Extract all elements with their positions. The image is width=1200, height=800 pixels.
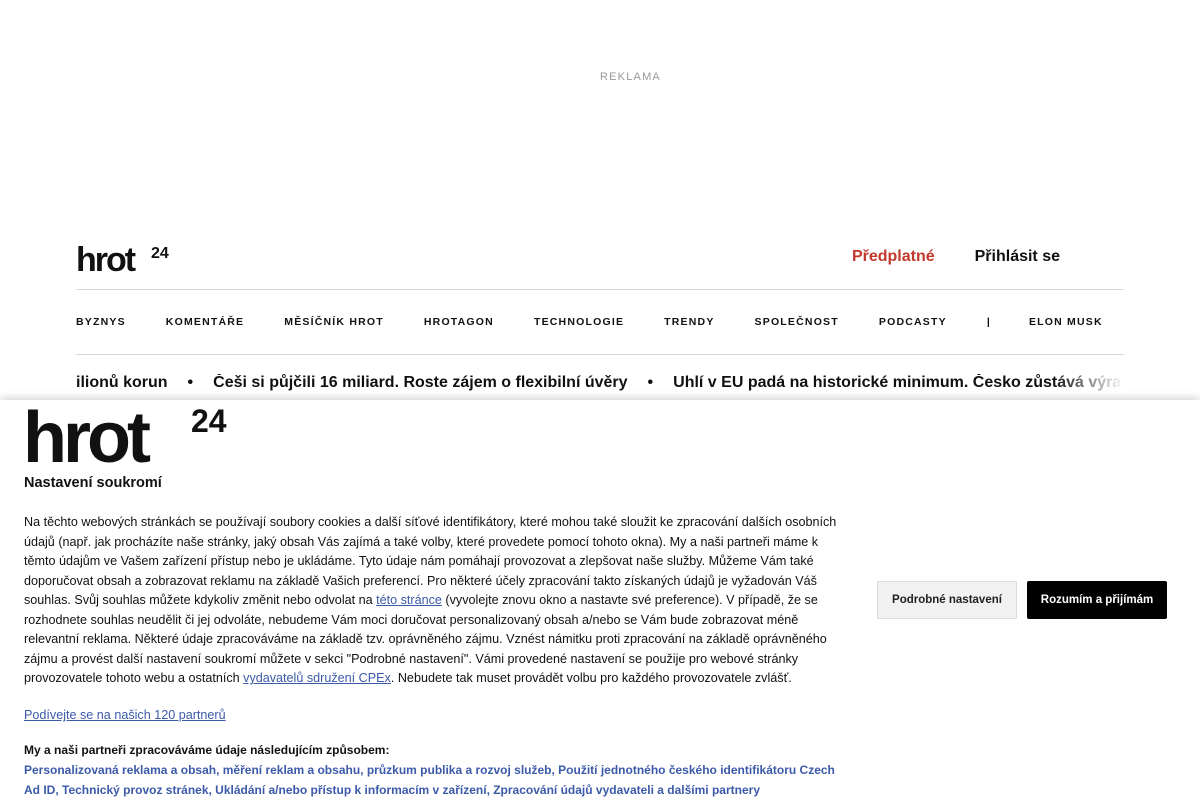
- purposes-title: My a naši partneři zpracováváme údaje ná…: [24, 743, 390, 757]
- nav-item-technologie[interactable]: TECHNOLOGIE: [534, 316, 624, 328]
- site-header: hrot 24 Předplatné Přihlásit se: [76, 236, 1124, 290]
- nav-item-komentare[interactable]: KOMENTÁŘE: [166, 316, 244, 328]
- nav-item-spolecnost[interactable]: SPOLEČNOST: [755, 316, 839, 328]
- main-nav: BYZNYS KOMENTÁŘE MĚSÍČNÍK HROT HROTAGON …: [76, 290, 1124, 355]
- logo-sup: 24: [191, 403, 227, 439]
- logo-text: hrot: [23, 402, 151, 464]
- cpex-publishers-link[interactable]: vydavatelů sdružení CPEx: [243, 671, 391, 685]
- nav-item-podcasty[interactable]: PODCASTY: [879, 316, 947, 328]
- purposes-list: Personalizovaná reklama a obsah, měření …: [24, 761, 844, 800]
- ad-area: REKLAMA: [0, 0, 1200, 220]
- ticker-separator: •: [647, 374, 654, 391]
- logo-text: hrot: [76, 242, 136, 274]
- header-actions: Předplatné Přihlásit se: [852, 248, 1060, 266]
- login-link[interactable]: Přihlásit se: [975, 248, 1060, 266]
- ticker-item[interactable]: ilionů korun: [76, 374, 168, 392]
- consent-text: Na těchto webových stránkách se používaj…: [24, 513, 844, 689]
- hrot24-logo: hrot 24: [23, 402, 227, 464]
- logo-sup: 24: [151, 245, 169, 262]
- purposes-link[interactable]: Personalizovaná reklama a obsah, měření …: [24, 763, 835, 797]
- consent-text-part: . Nebudete tak muset provádět volbu pro …: [390, 671, 792, 685]
- this-page-link[interactable]: této stránce: [376, 593, 442, 607]
- ticker-item[interactable]: Češi si půjčili 16 miliard. Roste zájem …: [213, 374, 627, 392]
- subscribe-link[interactable]: Předplatné: [852, 248, 935, 266]
- consent-title: Nastavení soukromí: [24, 475, 162, 491]
- nav-separator: |: [986, 316, 991, 328]
- nav-item-byznys[interactable]: BYZNYS: [76, 316, 126, 328]
- detailed-settings-button[interactable]: Podrobné nastavení: [877, 581, 1017, 619]
- nav-item-trendy[interactable]: TRENDY: [664, 316, 714, 328]
- nav-item-mesicnik-hrot[interactable]: MĚSÍČNÍK HROT: [284, 316, 384, 328]
- nav-item-hrotagon[interactable]: HROTAGON: [424, 316, 494, 328]
- ticker-fade: [1054, 374, 1124, 398]
- ad-label: REKLAMA: [600, 71, 661, 83]
- hrot24-logo[interactable]: hrot 24: [76, 242, 174, 274]
- cookie-consent-dialog: hrot 24 Nastavení soukromí Na těchto web…: [0, 400, 1200, 800]
- news-ticker: ilionů korun • Češi si půjčili 16 miliard.…: [76, 374, 1124, 398]
- nav-item-elon-musk[interactable]: ELON MUSK: [1029, 316, 1103, 328]
- ticker-separator: •: [187, 374, 194, 391]
- accept-button[interactable]: Rozumím a přijímám: [1027, 581, 1167, 619]
- partners-link[interactable]: Podívejte se na našich 120 partnerů: [24, 708, 226, 722]
